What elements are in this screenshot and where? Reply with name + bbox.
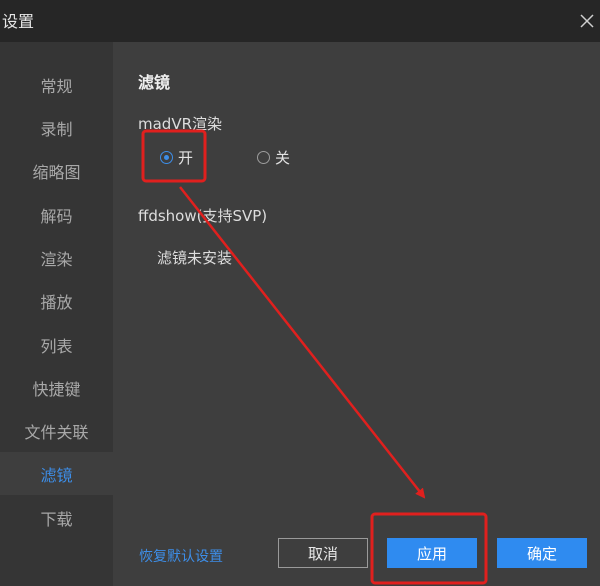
sidebar-item-decode[interactable]: 解码: [0, 193, 113, 236]
close-icon: [580, 14, 594, 28]
sidebar-item-playback[interactable]: 播放: [0, 279, 113, 322]
ffdshow-status: 滤镜未安装: [157, 249, 233, 267]
section-title: 滤镜: [138, 73, 171, 92]
sidebar-nav: 常规 录制 缩略图 解码 渲染 播放 列表 快捷键 文件关联 滤镜 下载: [0, 42, 113, 586]
ffdshow-label: ffdshow(支持SVP): [138, 207, 268, 225]
sidebar-item-render[interactable]: 渲染: [0, 236, 113, 279]
madvr-on-label: 开: [178, 149, 194, 167]
sidebar-item-file-association[interactable]: 文件关联: [0, 409, 113, 452]
madvr-off-label: 关: [275, 149, 291, 167]
radio-unselected-icon: [257, 151, 270, 164]
sidebar-item-general[interactable]: 常规: [0, 63, 113, 106]
sidebar-item-thumbnail[interactable]: 缩略图: [0, 149, 113, 192]
apply-button[interactable]: 应用: [387, 538, 477, 568]
sidebar-item-record[interactable]: 录制: [0, 106, 113, 149]
settings-window: 设置 常规 录制 缩略图 解码 渲染 播放 列表 快捷键 文件关联 滤镜 下载 …: [0, 0, 600, 586]
radio-selected-icon: [160, 151, 173, 164]
cancel-button[interactable]: 取消: [278, 538, 368, 568]
restore-defaults-link[interactable]: 恢复默认设置: [139, 546, 223, 566]
madvr-label: madVR渲染: [138, 115, 223, 133]
sidebar-item-filters[interactable]: 滤镜: [0, 452, 113, 495]
title-bar: 设置: [0, 0, 600, 42]
ok-button[interactable]: 确定: [497, 538, 587, 568]
sidebar-item-hotkeys[interactable]: 快捷键: [0, 366, 113, 409]
window-title: 设置: [2, 12, 35, 31]
close-button[interactable]: [574, 8, 600, 34]
sidebar-item-download[interactable]: 下载: [0, 496, 113, 539]
sidebar-item-playlist[interactable]: 列表: [0, 323, 113, 366]
madvr-off-radio[interactable]: 关: [257, 147, 290, 168]
settings-content: 滤镜 madVR渲染 开 关 ffdshow(支持SVP) 滤镜未安装 恢复默认…: [113, 42, 600, 586]
madvr-on-radio[interactable]: 开: [160, 147, 193, 168]
